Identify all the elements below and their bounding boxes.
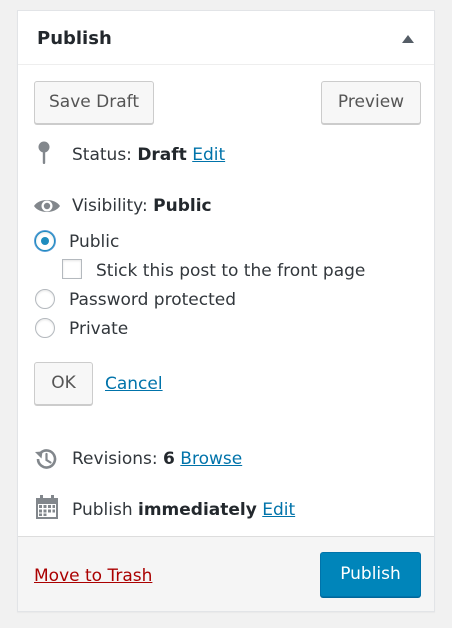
status-edit-link[interactable]: Edit xyxy=(192,145,225,165)
radio-private-label[interactable]: Private xyxy=(69,318,128,340)
schedule-row: Publish immediately Edit xyxy=(72,499,295,521)
history-icon xyxy=(35,449,57,469)
radio-password-protected-label[interactable]: Password protected xyxy=(69,289,236,311)
eye-icon xyxy=(34,200,60,212)
visibility-row: Visibility: Public xyxy=(72,195,212,217)
visibility-value: Public xyxy=(153,196,212,216)
revisions-row: Revisions: 6 Browse xyxy=(72,448,242,470)
radio-public-label[interactable]: Public xyxy=(69,231,119,253)
schedule-edit-link[interactable]: Edit xyxy=(262,500,295,520)
sticky-checkbox[interactable] xyxy=(62,259,82,279)
revisions-label: Revisions: xyxy=(72,449,158,469)
pin-icon xyxy=(38,141,50,164)
save-draft-button[interactable]: Save Draft xyxy=(34,81,154,124)
panel-title: Publish xyxy=(37,28,112,49)
revisions-count: 6 xyxy=(163,449,175,469)
sticky-checkbox-label[interactable]: Stick this post to the front page xyxy=(96,260,365,282)
schedule-value: immediately xyxy=(138,500,257,520)
status-row: Status: Draft Edit xyxy=(72,144,225,166)
cancel-link[interactable]: Cancel xyxy=(105,374,163,394)
publish-button[interactable]: Publish xyxy=(320,552,421,597)
status-value: Draft xyxy=(137,145,187,165)
revisions-browse-link[interactable]: Browse xyxy=(180,449,242,469)
visibility-label: Visibility: xyxy=(72,196,148,216)
panel-footer: Move to Trash Publish xyxy=(18,536,434,611)
schedule-label: Publish xyxy=(72,500,133,520)
preview-button[interactable]: Preview xyxy=(321,81,421,124)
panel-header[interactable]: Publish xyxy=(18,11,434,65)
ok-button[interactable]: OK xyxy=(34,362,93,405)
move-to-trash-link[interactable]: Move to Trash xyxy=(34,565,152,587)
radio-password-protected[interactable] xyxy=(35,289,55,309)
cancel-row: Cancel xyxy=(105,373,163,395)
status-label: Status: xyxy=(72,145,132,165)
triangle-up-icon[interactable] xyxy=(402,35,414,43)
radio-private[interactable] xyxy=(35,318,55,338)
publish-panel: Publish Save Draft Preview Status: Draft… xyxy=(17,10,435,612)
calendar-icon xyxy=(36,495,58,519)
radio-public[interactable] xyxy=(35,231,55,251)
